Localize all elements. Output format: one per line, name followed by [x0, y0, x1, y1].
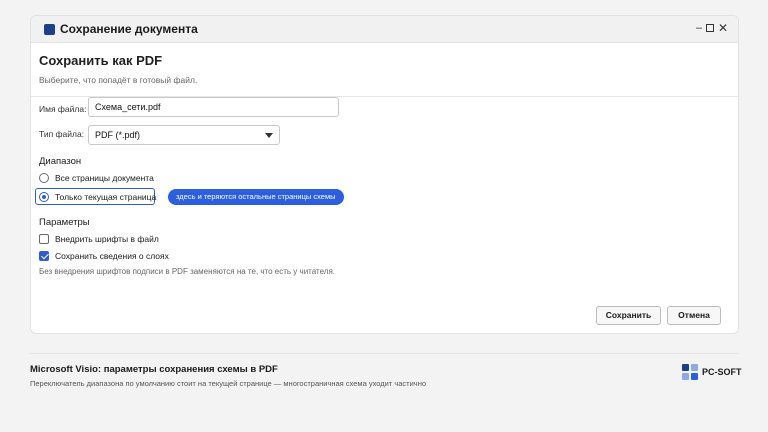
annotation-tooltip: здесь и теряются остальные страницы схем…	[168, 189, 344, 205]
checkbox-label: Сохранить сведения о слоях	[55, 251, 169, 261]
dialog-title: Сохранение документа	[60, 22, 198, 36]
minimize-icon[interactable]: –	[696, 21, 702, 35]
radio-current-page[interactable]: Только текущая страница	[39, 192, 156, 202]
dialog-header: Сохранить как PDF Выберите, что попадёт …	[31, 43, 738, 97]
save-button[interactable]: Сохранить	[596, 306, 661, 325]
radio-label: Только текущая страница	[55, 192, 157, 202]
dialog-titlebar: Сохранение документа – ✕	[31, 16, 738, 43]
dropdown-caret-icon	[265, 133, 273, 138]
save-dialog: Сохранение документа – ✕ Сохранить как P…	[30, 15, 739, 334]
radio-button-selected[interactable]	[39, 192, 49, 202]
checkmark-icon[interactable]	[39, 251, 49, 261]
file-name-input[interactable]: Схема_сети.pdf	[88, 97, 339, 117]
radio-all-pages[interactable]: Все страницы документа	[39, 173, 154, 183]
caption-title: Microsoft Visio: параметры сохранения сх…	[30, 364, 278, 375]
brand-logo: PC-SOFT	[682, 364, 742, 380]
file-type-label: Тип файла:	[39, 129, 85, 139]
maximize-icon[interactable]	[706, 24, 714, 32]
window-controls: – ✕	[696, 21, 728, 35]
radio-label: Все страницы документа	[55, 173, 154, 183]
range-section-title: Диапазон	[39, 156, 82, 167]
pc-soft-logo-icon	[682, 364, 698, 380]
fonts-hint: Без внедрения шрифтов подписи в PDF заме…	[39, 267, 335, 276]
file-type-select[interactable]: PDF (*.pdf)	[88, 125, 280, 145]
file-type-value: PDF (*.pdf)	[95, 130, 141, 140]
page-title: Сохранить как PDF	[39, 53, 163, 68]
cancel-button[interactable]: Отмена	[667, 306, 721, 325]
checkbox-embed-fonts[interactable]: Внедрить шрифты в файл	[39, 234, 159, 244]
file-name-label: Имя файла:	[39, 104, 87, 114]
checkbox[interactable]	[39, 234, 49, 244]
app-window-icon	[44, 24, 55, 35]
checkbox-label: Внедрить шрифты в файл	[55, 234, 159, 244]
brand-name: PC-SOFT	[702, 367, 742, 377]
checkbox-save-layers[interactable]: Сохранить сведения о слоях	[39, 251, 169, 261]
close-icon[interactable]: ✕	[718, 21, 728, 35]
divider	[30, 353, 738, 354]
page-subtitle: Выберите, что попадёт в готовый файл.	[39, 75, 198, 85]
radio-button[interactable]	[39, 173, 49, 183]
caption-subtitle: Переключатель диапазона по умолчанию сто…	[30, 379, 427, 388]
params-section-title: Параметры	[39, 217, 90, 228]
